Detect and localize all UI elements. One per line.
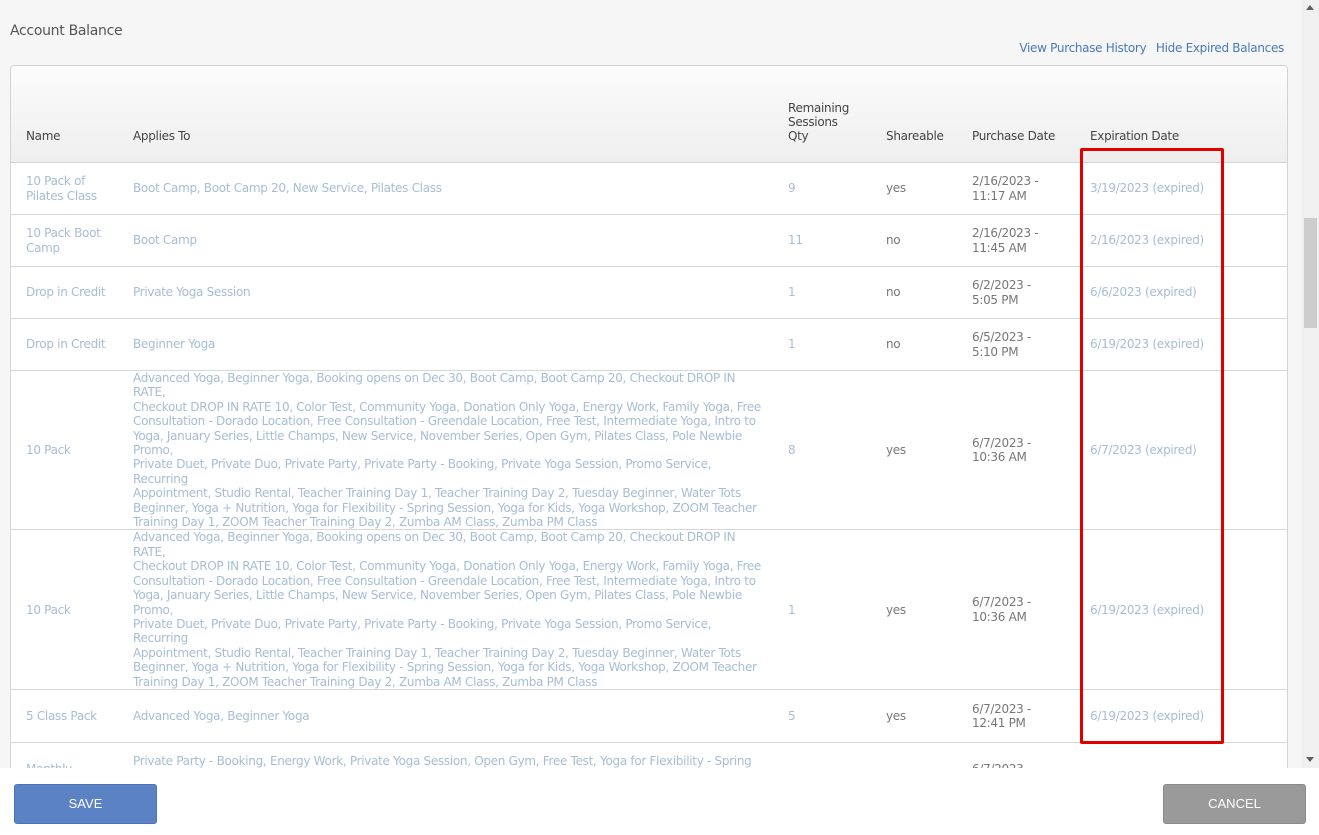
table-row: 10 Pack Advanced Yoga, Beginner Yoga, Boo…: [11, 370, 1287, 531]
header-applies-to[interactable]: Applies To: [118, 66, 773, 163]
shareable-cell: no: [871, 214, 957, 267]
remaining-qty-cell: 1: [773, 529, 871, 690]
footer-bar: SAVE CANCEL: [0, 768, 1319, 835]
remaining-qty-cell: 11: [773, 214, 871, 267]
remaining-qty-cell: 1: [773, 318, 871, 371]
table-row: 10 Pack Boot Camp Boot Camp 11 no 2/16/2023 …: [11, 214, 1287, 267]
header-name[interactable]: Name: [11, 66, 118, 163]
purchase-date-cell: 2/16/2023 - 11:45 AM: [957, 214, 1075, 267]
balance-name-link[interactable]: 5 Class Pack: [11, 689, 118, 743]
account-balance-table-container: Name Applies To Remaining Sessions Qty S…: [10, 65, 1288, 777]
header-remaining-qty[interactable]: Remaining Sessions Qty: [773, 66, 871, 163]
view-purchase-history-link[interactable]: View Purchase History: [1019, 41, 1146, 55]
shareable-cell: no: [871, 266, 957, 319]
header-expiration-date[interactable]: Expiration Date: [1075, 66, 1287, 163]
shareable-cell: no: [871, 318, 957, 371]
expiration-date-cell: 6/19/2023 (expired): [1075, 529, 1287, 690]
table-row: 10 Pack of Pilates Class Boot Camp, Boot …: [11, 162, 1287, 215]
expiration-date-cell: 6/6/2023 (expired): [1075, 266, 1287, 319]
top-links: View Purchase History Hide Expired Balan…: [1013, 41, 1284, 55]
shareable-cell: yes: [871, 162, 957, 215]
scroll-thumb[interactable]: [1304, 218, 1317, 328]
purchase-date-cell: 6/7/2023 - 12:41 PM: [957, 689, 1075, 743]
applies-to-cell: Boot Camp: [118, 214, 773, 267]
shareable-cell: yes: [871, 689, 957, 743]
purchase-date-cell: 6/2/2023 - 5:05 PM: [957, 266, 1075, 319]
table-row: 5 Class Pack Advanced Yoga, Beginner Yoga…: [11, 689, 1287, 743]
balance-name-link[interactable]: Drop in Credit: [11, 266, 118, 319]
purchase-date-cell: 6/7/2023 - 10:36 AM: [957, 529, 1075, 690]
purchase-date-cell: 2/16/2023 - 11:17 AM: [957, 162, 1075, 215]
table-header-row: Name Applies To Remaining Sessions Qty S…: [11, 66, 1287, 163]
balance-name-link[interactable]: Drop in Credit: [11, 318, 118, 371]
applies-to-cell: Beginner Yoga: [118, 318, 773, 371]
header-purchase-date[interactable]: Purchase Date: [957, 66, 1075, 163]
table-row: 10 Pack Advanced Yoga, Beginner Yoga, Boo…: [11, 529, 1287, 690]
remaining-qty-cell: 1: [773, 266, 871, 319]
remaining-qty-cell: 8: [773, 370, 871, 531]
expiration-date-cell: 6/19/2023 (expired): [1075, 689, 1287, 743]
applies-to-cell: Boot Camp, Boot Camp 20, New Service, Pi…: [118, 162, 773, 215]
expiration-date-cell: 3/19/2023 (expired): [1075, 162, 1287, 215]
header-shareable[interactable]: Shareable: [871, 66, 957, 163]
hide-expired-balances-link[interactable]: Hide Expired Balances: [1156, 41, 1284, 55]
expiration-date-cell: 6/7/2023 (expired): [1075, 370, 1287, 531]
page-title: Account Balance: [10, 23, 123, 39]
balance-name-link[interactable]: 10 Pack: [11, 529, 118, 690]
scroll-down-icon[interactable]: [1306, 757, 1314, 762]
purchase-date-cell: 6/5/2023 - 5:10 PM: [957, 318, 1075, 371]
shareable-cell: yes: [871, 370, 957, 531]
applies-to-cell: Advanced Yoga, Beginner Yoga, Booking op…: [118, 529, 773, 690]
applies-to-cell: Advanced Yoga, Beginner Yoga: [118, 689, 773, 743]
account-balance-table: Name Applies To Remaining Sessions Qty S…: [11, 66, 1287, 776]
shareable-cell: yes: [871, 529, 957, 690]
scroll-up-icon[interactable]: [1306, 5, 1314, 10]
applies-to-cell: Advanced Yoga, Beginner Yoga, Booking op…: [118, 370, 773, 531]
balance-name-link[interactable]: 10 Pack Boot Camp: [11, 214, 118, 267]
purchase-date-cell: 6/7/2023 - 10:36 AM: [957, 370, 1075, 531]
expiration-date-cell: 6/19/2023 (expired): [1075, 318, 1287, 371]
save-button[interactable]: SAVE: [14, 784, 157, 824]
balance-name-link[interactable]: 10 Pack of Pilates Class: [11, 162, 118, 215]
applies-to-cell: Private Yoga Session: [118, 266, 773, 319]
vertical-scrollbar[interactable]: [1302, 0, 1319, 768]
cancel-button[interactable]: CANCEL: [1163, 784, 1306, 824]
remaining-qty-cell: 5: [773, 689, 871, 743]
remaining-qty-cell: 9: [773, 162, 871, 215]
table-row: Drop in Credit Beginner Yoga 1 no 6/5/2023 -…: [11, 318, 1287, 371]
expiration-date-cell: 2/16/2023 (expired): [1075, 214, 1287, 267]
table-row: Drop in Credit Private Yoga Session 1 no 6/2…: [11, 266, 1287, 319]
balance-name-link[interactable]: 10 Pack: [11, 370, 118, 531]
